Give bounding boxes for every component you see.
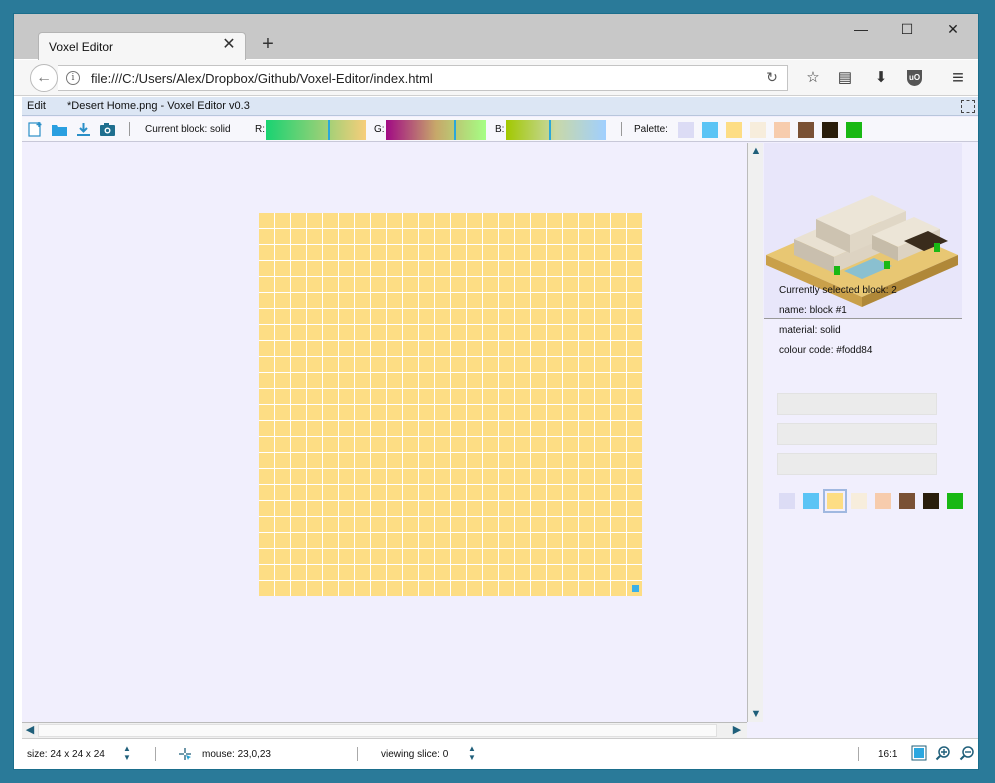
tab-strip: Voxel Editor ✕ + — ☐ ✕ bbox=[14, 14, 978, 61]
side-palette-swatch[interactable] bbox=[899, 493, 915, 509]
cursor-cell bbox=[632, 585, 639, 592]
block-material-info: material: solid bbox=[779, 325, 841, 336]
zoom-out-icon[interactable] bbox=[959, 745, 975, 761]
close-window-button[interactable]: ✕ bbox=[930, 18, 976, 40]
minimize-button[interactable]: — bbox=[838, 18, 884, 40]
fullscreen-icon[interactable] bbox=[961, 100, 975, 113]
palette-swatch[interactable] bbox=[774, 122, 790, 138]
save-download-icon[interactable] bbox=[75, 121, 92, 138]
side-palette-swatch[interactable] bbox=[947, 493, 963, 509]
size-readout: size: 24 x 24 x 24 bbox=[27, 749, 105, 760]
palette-swatch[interactable] bbox=[822, 122, 838, 138]
side-palette-swatch[interactable] bbox=[779, 493, 795, 509]
hamburger-menu-icon[interactable]: ≡ bbox=[948, 68, 968, 88]
tab-close-icon[interactable]: ✕ bbox=[221, 37, 237, 53]
back-button[interactable]: ← bbox=[30, 64, 58, 92]
green-slider[interactable] bbox=[386, 120, 486, 140]
vertical-scrollbar[interactable]: ▲ ▼ bbox=[747, 143, 763, 722]
menu-edit[interactable]: Edit bbox=[27, 100, 46, 112]
side-palette-swatch[interactable] bbox=[823, 489, 847, 513]
scroll-up-arrow-icon[interactable]: ▲ bbox=[749, 144, 763, 158]
reload-icon[interactable]: ↻ bbox=[763, 69, 781, 87]
maximize-button[interactable]: ☐ bbox=[884, 18, 930, 40]
toolbar-divider bbox=[621, 122, 622, 136]
palette-swatch[interactable] bbox=[678, 122, 694, 138]
horizontal-scroll-thumb[interactable] bbox=[38, 724, 717, 737]
toolbar-divider bbox=[129, 122, 130, 136]
url-text[interactable]: file:///C:/Users/Alex/Dropbox/Github/Vox… bbox=[91, 71, 433, 86]
voxel-editor-app: Edit *Desert Home.png - Voxel Editor v0.… bbox=[22, 97, 978, 769]
side-palette-swatch[interactable] bbox=[851, 493, 867, 509]
status-divider bbox=[858, 747, 859, 761]
size-stepper[interactable]: ▲ ▼ bbox=[119, 744, 135, 764]
scroll-right-arrow-icon[interactable]: ▶ bbox=[730, 723, 744, 737]
status-divider bbox=[155, 747, 156, 761]
green-slider-handle[interactable] bbox=[454, 120, 456, 140]
tab-title: Voxel Editor bbox=[49, 40, 114, 54]
new-file-icon[interactable] bbox=[27, 121, 44, 138]
grid-view-toggle-icon[interactable] bbox=[911, 745, 927, 761]
palette-swatch[interactable] bbox=[798, 122, 814, 138]
pointer-cursor-icon bbox=[179, 748, 191, 760]
camera-screenshot-icon[interactable] bbox=[99, 121, 116, 138]
mouse-readout: mouse: 23,0,23 bbox=[202, 749, 271, 760]
palette-swatch[interactable] bbox=[702, 122, 718, 138]
side-palette-swatch[interactable] bbox=[923, 493, 939, 509]
info-icon[interactable]: i bbox=[66, 71, 80, 85]
selected-block-info: Currently selected block: 2 bbox=[779, 285, 897, 296]
document-title: *Desert Home.png - Voxel Editor v0.3 bbox=[67, 100, 250, 112]
status-bar: size: 24 x 24 x 24 ▲ ▼ mouse: 23,0,23 vie… bbox=[22, 738, 978, 769]
horizontal-scrollbar[interactable]: ◀ ▶ bbox=[22, 722, 747, 738]
block-name-info: name: block #1 bbox=[779, 305, 847, 316]
side-palette-swatch[interactable] bbox=[803, 493, 819, 509]
palette-swatch[interactable] bbox=[846, 122, 862, 138]
browser-tab[interactable]: Voxel Editor ✕ bbox=[38, 32, 246, 61]
green-label: G: bbox=[374, 124, 385, 135]
palette-swatch[interactable] bbox=[726, 122, 742, 138]
toolbar: Current block: solid R: G: B: Palette: bbox=[22, 117, 978, 142]
colour-code-input[interactable] bbox=[777, 453, 937, 475]
ublock-shield-icon[interactable]: uO bbox=[907, 70, 922, 86]
zoom-readout: 16:1 bbox=[878, 749, 898, 760]
block-name-input[interactable] bbox=[777, 393, 937, 415]
new-tab-button[interactable]: + bbox=[258, 33, 278, 55]
open-folder-icon[interactable] bbox=[51, 121, 68, 138]
blue-slider[interactable] bbox=[506, 120, 606, 140]
voxel-slice-grid[interactable] bbox=[259, 213, 642, 596]
colour-code-info: colour code: #fodd84 bbox=[779, 345, 873, 356]
red-label: R: bbox=[255, 124, 265, 135]
bookmark-star-icon[interactable]: ☆ bbox=[803, 68, 823, 88]
slice-stepper[interactable]: ▲ ▼ bbox=[464, 744, 480, 764]
zoom-in-icon[interactable] bbox=[935, 745, 951, 761]
blue-slider-handle[interactable] bbox=[549, 120, 551, 140]
download-icon[interactable]: ⬇ bbox=[871, 68, 891, 88]
red-slider[interactable] bbox=[266, 120, 366, 140]
scroll-left-arrow-icon[interactable]: ◀ bbox=[23, 723, 37, 737]
menu-bar: Edit *Desert Home.png - Voxel Editor v0.… bbox=[22, 97, 978, 116]
palette-swatch[interactable] bbox=[750, 122, 766, 138]
status-divider bbox=[357, 747, 358, 761]
side-panel: Currently selected block: 2 name: block … bbox=[764, 143, 978, 738]
scroll-down-arrow-icon[interactable]: ▼ bbox=[749, 707, 763, 721]
red-slider-handle[interactable] bbox=[328, 120, 330, 140]
blue-label: B: bbox=[495, 124, 505, 135]
navigation-bar: i file:///C:/Users/Alex/Dropbox/Github/V… bbox=[14, 60, 978, 96]
current-block-label: Current block: solid bbox=[145, 124, 231, 135]
browser-window: Voxel Editor ✕ + — ☐ ✕ i file:///C:/User… bbox=[13, 13, 979, 770]
viewing-slice-readout: viewing slice: 0 bbox=[381, 749, 449, 760]
address-bar[interactable]: i file:///C:/Users/Alex/Dropbox/Github/V… bbox=[58, 65, 788, 91]
editor-canvas[interactable] bbox=[22, 143, 747, 722]
reader-list-icon[interactable]: ▤ bbox=[835, 68, 855, 88]
block-material-input[interactable] bbox=[777, 423, 937, 445]
side-palette-swatch[interactable] bbox=[875, 493, 891, 509]
palette-label: Palette: bbox=[634, 124, 668, 135]
